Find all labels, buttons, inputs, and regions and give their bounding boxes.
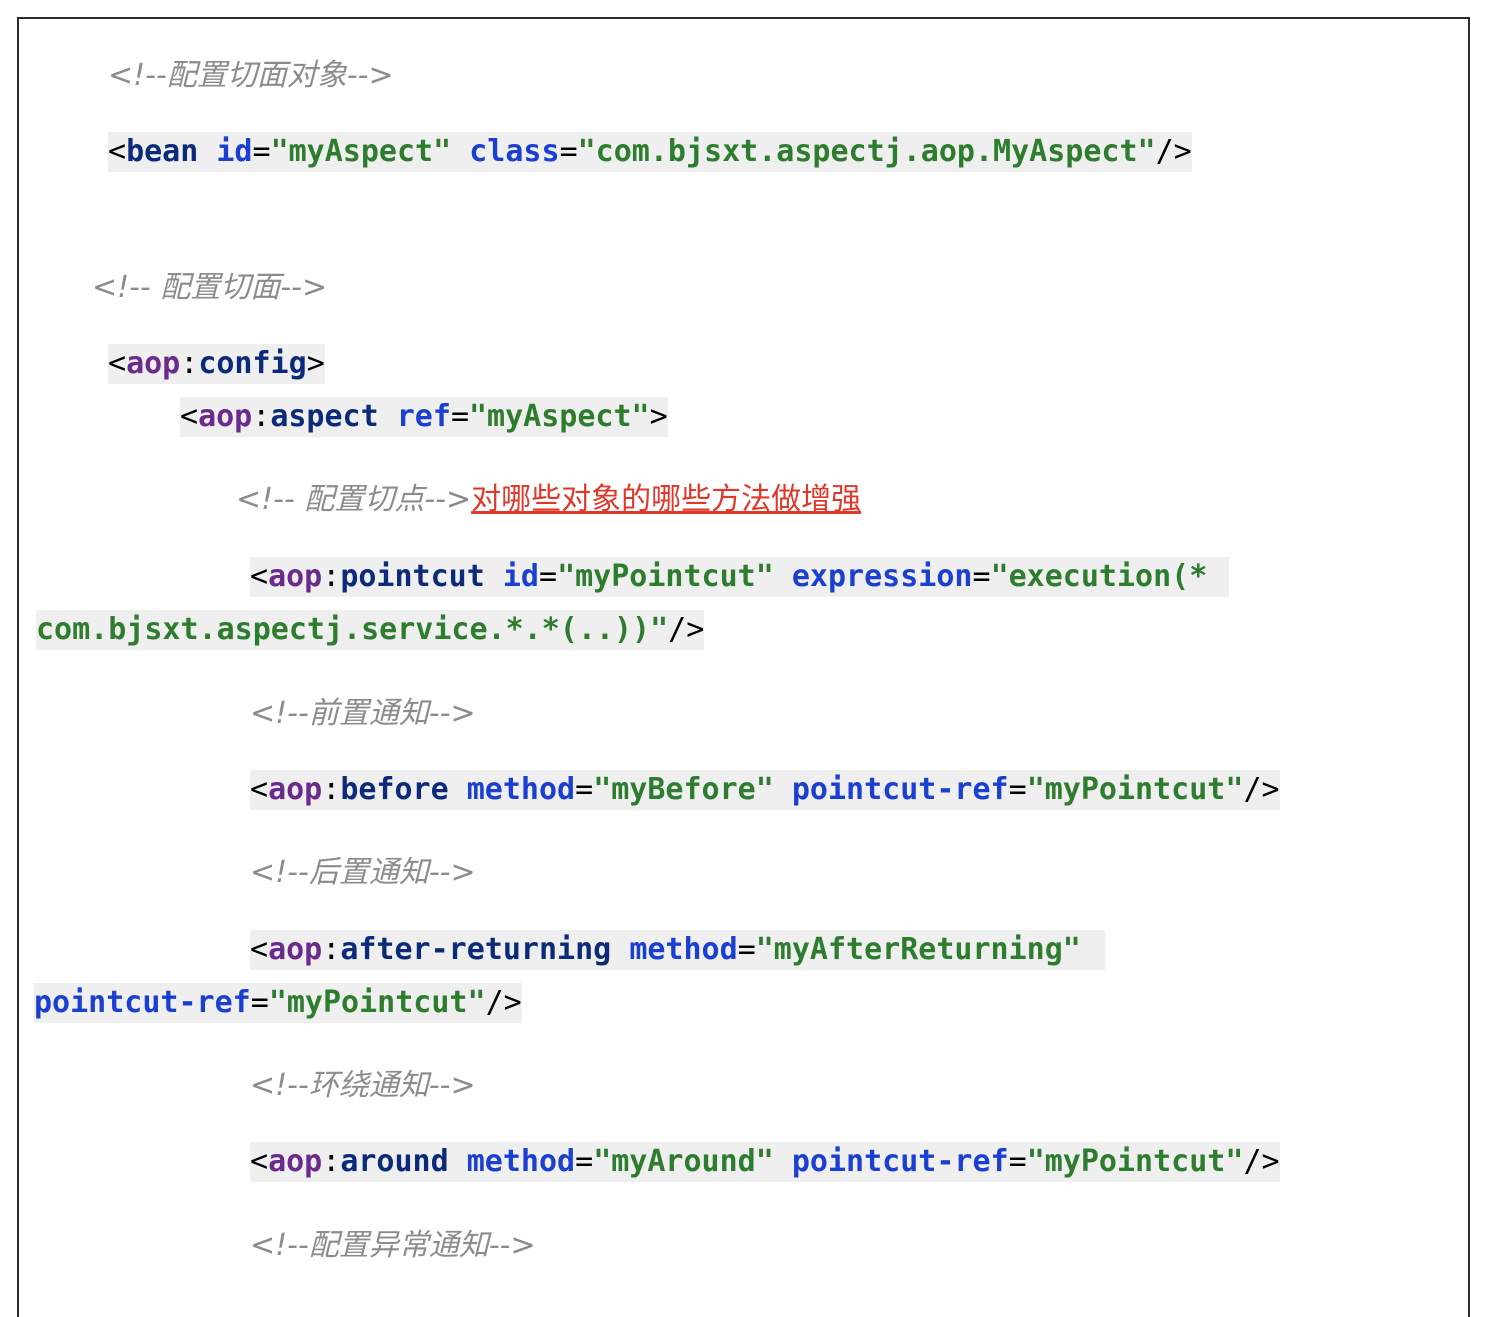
comment-after-throwing: <!--配置异常通知--> (250, 1228, 536, 1263)
aop-after-returning-element-continued: pointcut-ref="myPointcut"/> (34, 983, 522, 1023)
aop-after-returning-element: <aop:after-returning method="myAfterRetu… (250, 930, 1105, 970)
comment-aspect-object: <!--配置切面对象--> (108, 58, 394, 93)
aop-config-element: <aop:config> (108, 344, 325, 384)
comment-aspect: <!-- 配置切面--> (92, 270, 328, 305)
aop-pointcut-element-continued: com.bjsxt.aspectj.service.*.*(..))"/> (36, 610, 705, 650)
comment-after-returning: <!--后置通知--> (250, 855, 476, 890)
pointcut-note: 对哪些对象的哪些方法做增强 (471, 482, 862, 517)
aop-before-element: <aop:before method="myBefore" pointcut-r… (250, 770, 1280, 810)
aop-around-element: <aop:around method="myAround" pointcut-r… (250, 1142, 1280, 1182)
aop-aspect-element: <aop:aspect ref="myAspect"> (180, 397, 668, 437)
bean-element: <bean id="myAspect" class="com.bjsxt.asp… (108, 132, 1192, 172)
code-frame (17, 17, 1470, 1317)
comment-around: <!--环绕通知--> (250, 1068, 476, 1103)
comment-pointcut: <!-- 配置切点-->对哪些对象的哪些方法做增强 (236, 482, 862, 517)
comment-before: <!--前置通知--> (250, 696, 476, 731)
aop-pointcut-element: <aop:pointcut id="myPointcut" expression… (250, 557, 1230, 597)
